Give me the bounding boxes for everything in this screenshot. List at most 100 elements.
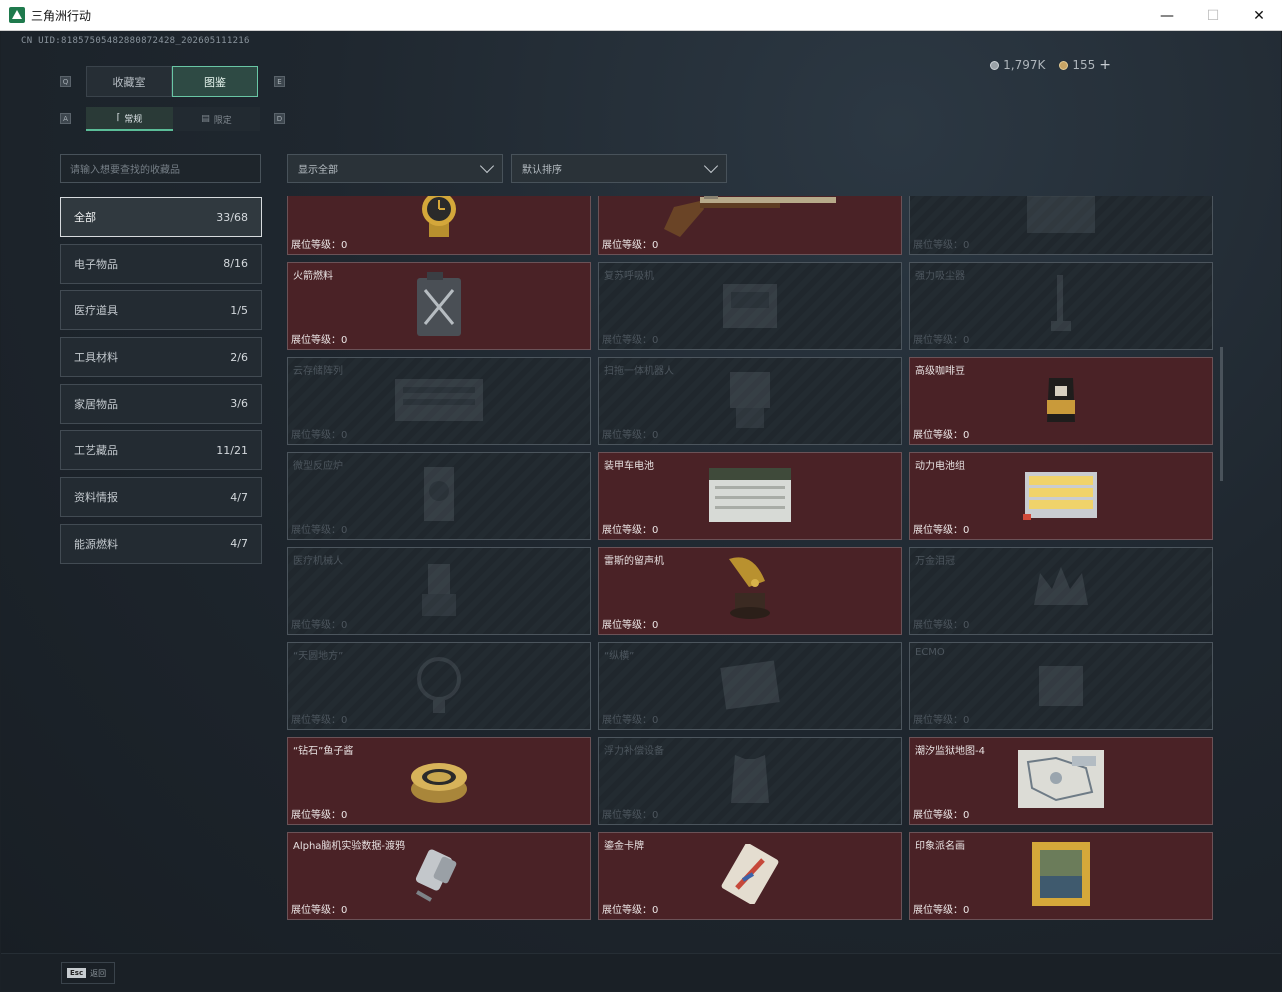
item-name: 鎏金卡牌 — [604, 841, 644, 852]
booth-level-value: 0 — [963, 430, 970, 441]
booth-level: 展位等级：0 — [602, 521, 658, 536]
item-name: Alpha脑机实验数据-渡鸦 — [293, 841, 406, 852]
map-icon — [1016, 748, 1106, 814]
collection-card[interactable]: ECMO 展位等级：0 — [909, 642, 1213, 730]
sort-dropdown-label: 默认排序 — [522, 165, 562, 176]
collection-card[interactable]: 复苏呼吸机 展位等级：0 — [598, 262, 902, 350]
collection-card[interactable]: 医疗机械人 展位等级：0 — [287, 547, 591, 635]
sort-dropdown[interactable]: 默认排序 — [511, 154, 727, 183]
booth-level: 展位等级：0 — [913, 711, 969, 726]
back-button[interactable]: Esc 返回 — [61, 962, 115, 984]
collection-card[interactable]: 燧发枪藏品展位等级：0 — [598, 196, 902, 255]
filter-dropdown[interactable]: 显示全部 — [287, 154, 503, 183]
category-energy[interactable]: 能源燃料 4/7 — [60, 523, 262, 564]
close-button[interactable]: ✕ — [1236, 0, 1282, 31]
collection-card[interactable]: 名贵机械表展位等级：0 — [287, 196, 591, 255]
item-name: “天圆地方” — [293, 651, 344, 662]
category-intel[interactable]: 资料情报 4/7 — [60, 477, 262, 518]
player-uid: CN UID:81857505482880872428_202605111216 — [21, 36, 250, 46]
booth-level: 展位等级：0 — [602, 806, 658, 821]
subtab-limited-label: 限定 — [213, 115, 232, 126]
subtab-limited[interactable]: ▤ 限定 — [173, 107, 260, 131]
booth-level-value: 0 — [652, 620, 659, 631]
item-name: 浮力补偿设备 — [604, 746, 664, 757]
booth-level-label: 展位等级： — [291, 240, 341, 251]
booth-level-label: 展位等级： — [291, 715, 341, 726]
category-sidebar: 全部 33/68 电子物品 8/16 医疗道具 1/5 工具材料 2/6 家居物… — [60, 197, 262, 571]
add-currency-button[interactable]: + — [1099, 57, 1111, 73]
collection-card[interactable]: 军用弹药箱展位等级：0 — [909, 196, 1213, 255]
collection-card[interactable]: 浮力补偿设备展位等级：0 — [598, 737, 902, 825]
collection-card[interactable]: 潮汐监狱地图-4 展位等级：0 — [909, 737, 1213, 825]
gold-coin-icon — [1059, 60, 1069, 70]
collection-grid-viewport: 名贵机械表展位等级：0燧发枪藏品展位等级：0军用弹药箱展位等级：0火箭燃料展位等… — [287, 196, 1213, 925]
main-tabs: 收藏室 图鉴 — [86, 66, 258, 97]
data-drive-icon — [407, 842, 471, 910]
booth-level-label: 展位等级： — [602, 430, 652, 441]
category-count: 33/68 — [216, 210, 248, 224]
collection-card[interactable]: 装甲车电池 展位等级：0 — [598, 452, 902, 540]
collection-card[interactable]: 扫拖一体机器人 展位等级：0 — [598, 357, 902, 445]
collection-card[interactable]: 万金泪冠 展位等级：0 — [909, 547, 1213, 635]
booth-level: 展位等级：0 — [602, 426, 658, 441]
collection-card[interactable]: “天圆地方” 展位等级：0 — [287, 642, 591, 730]
category-household[interactable]: 家居物品 3/6 — [60, 383, 262, 424]
item-name: 医疗机械人 — [293, 556, 343, 567]
category-all[interactable]: 全部 33/68 — [60, 197, 262, 237]
grid-scrollbar[interactable] — [1220, 347, 1223, 481]
booth-level: 展位等级：0 — [602, 711, 658, 726]
booth-level: 展位等级：0 — [913, 521, 969, 536]
booth-level: 展位等级：0 — [602, 616, 658, 631]
booth-level-label: 展位等级： — [913, 715, 963, 726]
collection-card[interactable]: 云存储阵列 展位等级：0 — [287, 357, 591, 445]
category-electronics[interactable]: 电子物品 8/16 — [60, 243, 262, 284]
maximize-button[interactable]: ☐ — [1190, 0, 1236, 31]
category-count: 11/21 — [216, 443, 248, 457]
coffee-bag-icon — [1043, 372, 1079, 430]
collection-card[interactable]: 微型反应炉 展位等级：0 — [287, 452, 591, 540]
tab-catalog[interactable]: 图鉴 — [172, 66, 258, 97]
collection-card[interactable]: 火箭燃料 展位等级：0 — [287, 262, 591, 350]
gold-currency: 155 + — [1059, 57, 1111, 73]
booth-level-label: 展位等级： — [602, 715, 652, 726]
category-count: 3/6 — [230, 397, 248, 411]
sub-tabs: ⌈ 常规 ▤ 限定 — [86, 107, 260, 131]
collection-card[interactable]: “钻石”鱼子酱 展位等级：0 — [287, 737, 591, 825]
silver-currency: 1,797K — [990, 58, 1045, 72]
category-medical[interactable]: 医疗道具 1/5 — [60, 290, 262, 331]
collection-card[interactable]: 高级咖啡豆 展位等级：0 — [909, 357, 1213, 445]
item-name: 云存储阵列 — [293, 366, 343, 377]
booth-level: 展位等级：0 — [291, 901, 347, 916]
category-tools[interactable]: 工具材料 2/6 — [60, 337, 262, 378]
tab-collection-room[interactable]: 收藏室 — [86, 66, 172, 97]
item-name: 复苏呼吸机 — [604, 271, 654, 282]
category-count: 8/16 — [223, 257, 248, 271]
collection-card[interactable]: 动力电池组 展位等级：0 — [909, 452, 1213, 540]
collection-card[interactable]: 鎏金卡牌 展位等级：0 — [598, 832, 902, 920]
booth-level-value: 0 — [652, 430, 659, 441]
category-label: 工艺藏品 — [74, 444, 118, 458]
subtab-regular[interactable]: ⌈ 常规 — [86, 107, 173, 131]
window-controls: — ☐ ✕ — [1144, 0, 1282, 31]
item-name: 万金泪冠 — [915, 556, 955, 567]
collection-card[interactable]: 雷斯的留声机展位等级：0 — [598, 547, 902, 635]
booth-level-value: 0 — [963, 525, 970, 536]
item-name: 雷斯的留声机 — [604, 556, 664, 567]
booth-level-value: 0 — [341, 525, 348, 536]
collection-card[interactable]: 印象派名画 展位等级：0 — [909, 832, 1213, 920]
collection-card[interactable]: Alpha脑机实验数据-渡鸦展位等级：0 — [287, 832, 591, 920]
category-crafts[interactable]: 工艺藏品 11/21 — [60, 430, 262, 471]
booth-level-label: 展位等级： — [602, 810, 652, 821]
item-name: 火箭燃料 — [293, 271, 333, 282]
booth-level-label: 展位等级： — [602, 335, 652, 346]
booth-level-value: 0 — [652, 525, 659, 536]
booth-level-label: 展位等级： — [602, 525, 652, 536]
booth-level: 展位等级：0 — [913, 806, 969, 821]
minimize-button[interactable]: — — [1144, 0, 1190, 31]
collection-card[interactable]: “纵横” 展位等级：0 — [598, 642, 902, 730]
booth-level-label: 展位等级： — [913, 810, 963, 821]
collection-card[interactable]: 强力吸尘器 展位等级：0 — [909, 262, 1213, 350]
search-input[interactable]: 请输入想要查找的收藏品 — [60, 154, 261, 183]
key-hint-e: E — [274, 76, 285, 87]
machine-icon — [715, 274, 785, 338]
